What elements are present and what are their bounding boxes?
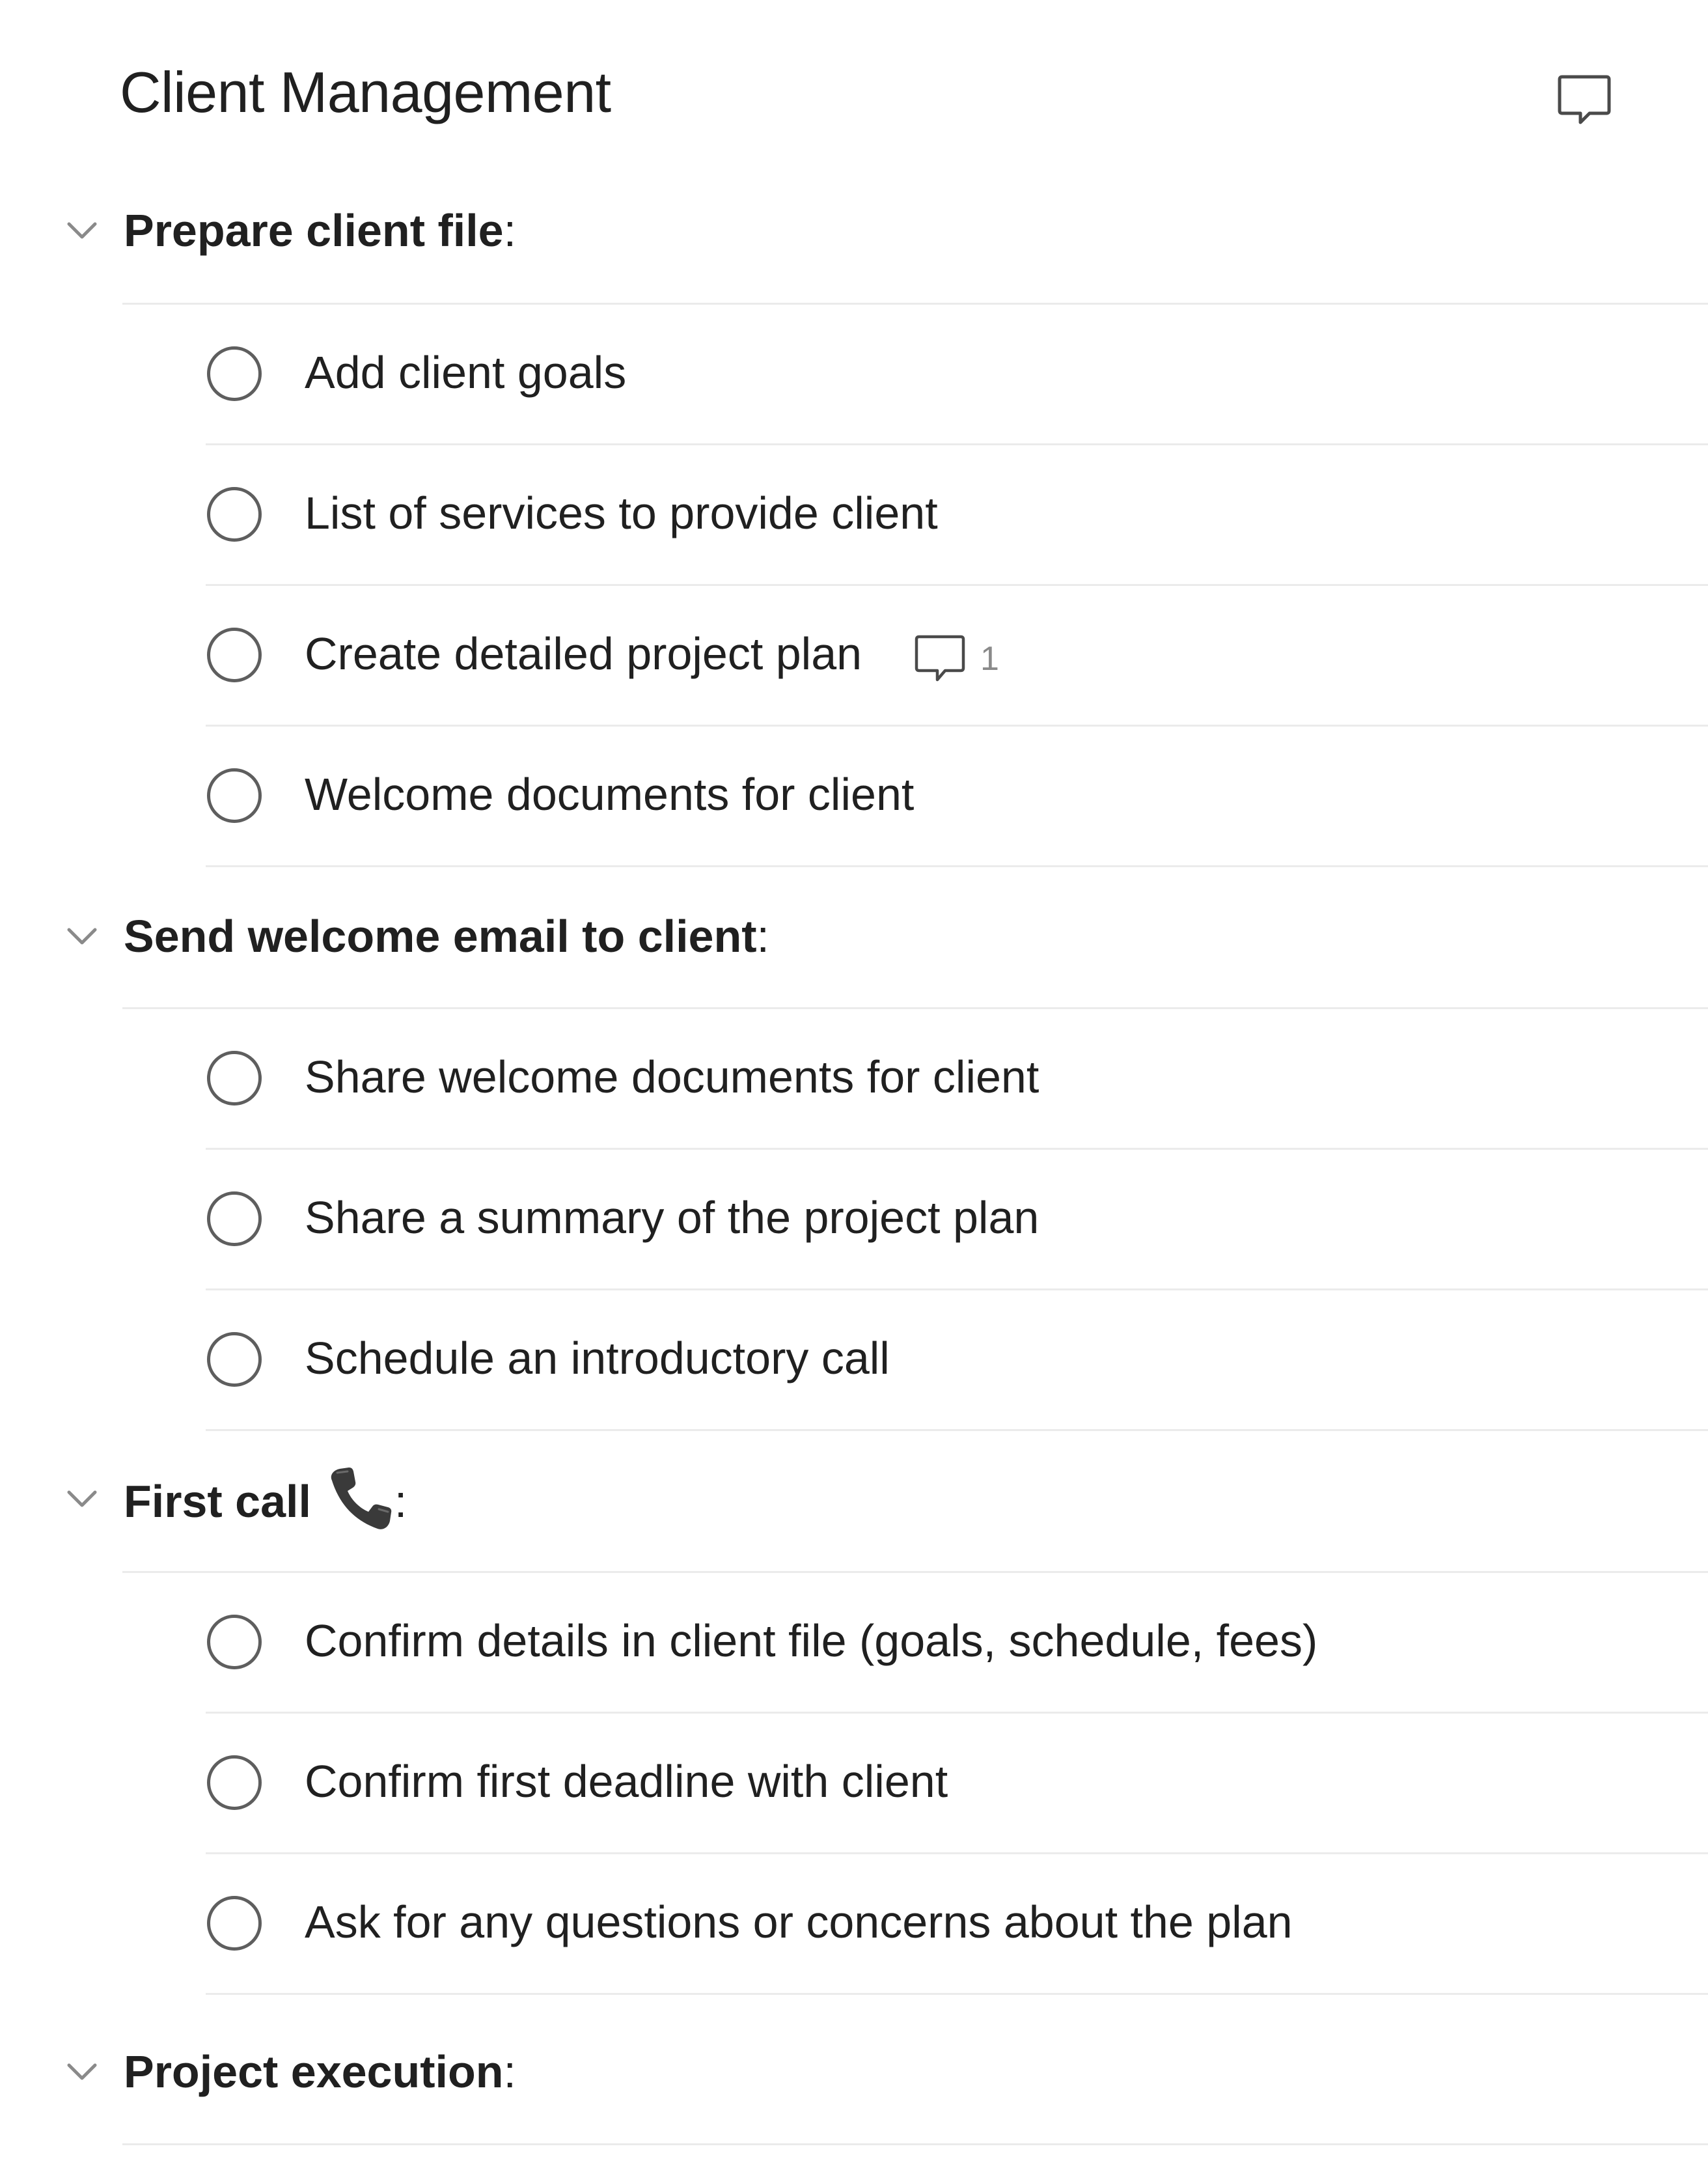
task-row[interactable]: Add client goals	[0, 305, 1708, 447]
task-checkbox[interactable]	[207, 628, 262, 682]
section-title[interactable]: Project execution:	[124, 2039, 516, 2104]
chevron-down-icon[interactable]	[64, 217, 100, 243]
section-title-suffix: :	[503, 2046, 516, 2097]
chevron-down-icon[interactable]	[64, 1486, 100, 1512]
task-checkbox[interactable]	[207, 1896, 262, 1951]
task-label[interactable]: Confirm details in client file (goals, s…	[305, 1608, 1317, 1673]
task-checkbox[interactable]	[207, 346, 262, 401]
task-label[interactable]: Create detailed project plan	[305, 621, 862, 686]
project-title: Client Management	[120, 60, 611, 124]
task-row[interactable]: Share welcome documents for client	[0, 1009, 1708, 1151]
task-row[interactable]: Ask for any questions or concerns about …	[0, 1854, 1708, 1996]
task-row[interactable]: Create detailed project plan 1	[0, 586, 1708, 728]
task-checkbox[interactable]	[207, 487, 262, 542]
section-divider	[122, 2143, 1708, 2145]
section-title-suffix: :	[756, 911, 769, 962]
task-label[interactable]: Share welcome documents for client	[305, 1044, 1039, 1109]
section-title[interactable]: Send welcome email to client:	[124, 904, 769, 969]
section-title[interactable]: First call :	[124, 1466, 407, 1534]
section-header-project-execution[interactable]: Project execution:	[0, 1995, 1708, 2137]
section-title-text: Project execution	[124, 2046, 504, 2097]
telephone-receiver-icon	[323, 1466, 394, 1531]
task-label[interactable]: Welcome documents for client	[305, 762, 914, 827]
task-row[interactable]: List of services to provide client	[0, 445, 1708, 587]
project-task-list: Client Management Prepare client file: A…	[0, 0, 1708, 2170]
comment-icon[interactable]	[913, 633, 967, 685]
section-title-text: Prepare client file	[124, 205, 504, 256]
section-title-text: First call	[124, 1476, 311, 1527]
section-header-first-call[interactable]: First call :	[0, 1431, 1708, 1573]
task-checkbox[interactable]	[207, 1051, 262, 1106]
chevron-down-icon[interactable]	[64, 923, 100, 949]
section-header-send-welcome-email[interactable]: Send welcome email to client:	[0, 867, 1708, 1009]
task-row[interactable]: Confirm first deadline with client	[0, 1714, 1708, 1856]
comment-icon[interactable]	[1553, 70, 1616, 133]
task-row[interactable]: Schedule an introductory call	[0, 1290, 1708, 1432]
task-checkbox[interactable]	[207, 768, 262, 823]
section-title-suffix: :	[503, 205, 517, 256]
task-row[interactable]: Confirm details in client file (goals, s…	[0, 1573, 1708, 1715]
task-row[interactable]: Share a summary of the project plan	[0, 1150, 1708, 1292]
chevron-down-icon[interactable]	[64, 2059, 100, 2085]
task-checkbox[interactable]	[207, 1191, 262, 1246]
task-label[interactable]: Ask for any questions or concerns about …	[305, 1889, 1293, 1954]
task-checkbox[interactable]	[207, 1332, 262, 1387]
task-label[interactable]: Share a summary of the project plan	[305, 1185, 1039, 1250]
task-checkbox[interactable]	[207, 1755, 262, 1810]
task-checkbox[interactable]	[207, 1615, 262, 1669]
comment-count: 1	[980, 640, 999, 678]
task-label[interactable]: Confirm first deadline with client	[305, 1749, 948, 1814]
section-title-suffix: :	[394, 1476, 407, 1527]
task-label[interactable]: Schedule an introductory call	[305, 1326, 890, 1391]
section-header-prepare-client-file[interactable]: Prepare client file:	[0, 163, 1708, 305]
task-label[interactable]: List of services to provide client	[305, 480, 938, 546]
section-title[interactable]: Prepare client file:	[124, 198, 516, 263]
section-title-text: Send welcome email to client	[124, 911, 757, 962]
task-label[interactable]: Add client goals	[305, 340, 626, 405]
task-row[interactable]: Welcome documents for client	[0, 727, 1708, 869]
